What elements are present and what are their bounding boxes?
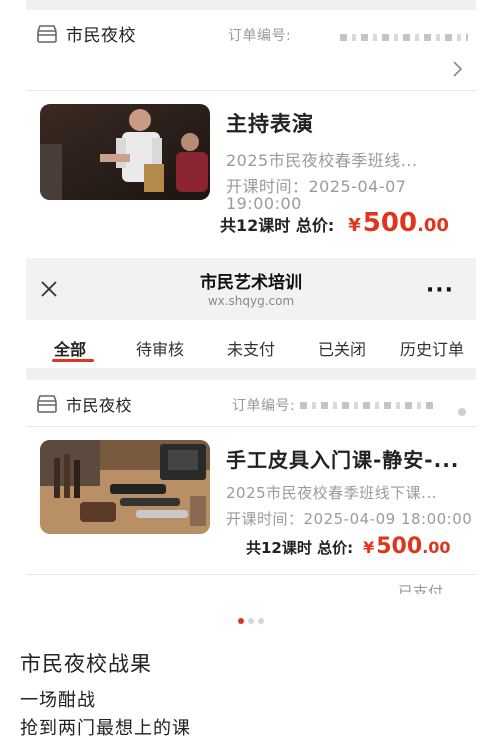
total-label: 共12课时 总价: — [220, 216, 335, 235]
active-tab-indicator — [52, 359, 94, 362]
post-text-line-2: 抢到两门最想上的课 — [20, 718, 191, 739]
course-thumbnail-1[interactable] — [40, 104, 210, 200]
miniprogram-header: 市民艺术培训 wx.shqyg.com ··· — [26, 258, 476, 320]
shop-name: 市民夜校 — [66, 26, 136, 46]
carousel-dot[interactable] — [248, 618, 254, 624]
tab-closed[interactable]: 已关闭 — [318, 336, 366, 360]
start-time: 开课时间：2025-04-09 18:00:00 — [226, 510, 473, 528]
course-title: 主持表演 — [226, 112, 314, 136]
price-decimal: .00 — [417, 215, 449, 236]
course-title: 手工皮具入门课-静安-... — [226, 448, 460, 472]
post-title: 市民夜校战果 — [20, 652, 152, 676]
order-tabs: 全部 待审核 未支付 已关闭 历史订单 — [26, 320, 476, 368]
shop-name: 市民夜校 — [66, 396, 133, 415]
shop-header-2: 市民夜校 — [36, 392, 132, 416]
carousel-dot[interactable] — [238, 618, 244, 624]
tab-unpaid[interactable]: 未支付 — [227, 336, 275, 360]
course-thumbnail-2[interactable] — [40, 440, 210, 534]
shop-icon — [36, 24, 58, 44]
partial-status: 已支付 — [398, 584, 444, 595]
price-row: 共12课时 总价: ¥ 500 .00 — [246, 534, 451, 559]
shop-header-1: 市民夜校 — [36, 21, 136, 46]
order-number-label: 订单编号: — [232, 398, 296, 414]
currency-symbol: ¥ — [348, 215, 361, 236]
post-text-line-1: 一场酣战 — [20, 690, 96, 711]
top-band — [26, 0, 476, 10]
section-gap — [26, 368, 476, 380]
currency-symbol: ¥ — [363, 538, 375, 557]
tab-pending-review[interactable]: 待审核 — [136, 336, 184, 360]
miniprogram-url: wx.shqyg.com — [207, 294, 295, 308]
price-integer: 500 — [362, 208, 418, 238]
course-subtitle: 2025市民夜校春季班线... — [226, 151, 418, 170]
divider — [26, 426, 476, 427]
course-subtitle: 2025市民夜校春季班线下课... — [226, 484, 437, 502]
order-number-redacted — [300, 402, 436, 409]
order-number-label: 订单编号: — [228, 28, 292, 44]
carousel-indicator — [238, 618, 264, 624]
price-integer: 500 — [376, 534, 423, 559]
total-label: 共12课时 总价: — [246, 539, 354, 557]
price-decimal: .00 — [422, 538, 451, 557]
miniprogram-title: 市民艺术培训 — [200, 273, 302, 293]
price-row: 共12课时 总价: ¥ 500 .00 — [220, 208, 449, 238]
order-number-redacted — [340, 34, 468, 41]
more-menu-icon[interactable]: ··· — [426, 278, 454, 303]
chevron-right-icon[interactable] — [452, 60, 464, 78]
tab-history[interactable]: 历史订单 — [400, 336, 464, 360]
shop-icon — [36, 394, 58, 414]
carousel-dot[interactable] — [258, 618, 264, 624]
screenshot-collage: 市民夜校 订单编号: 主持表演 2025市民夜校春季班线... 开课时间：202… — [0, 0, 503, 744]
tab-all[interactable]: 全部 — [54, 336, 86, 360]
chevron-right-icon[interactable] — [458, 408, 466, 416]
divider — [26, 574, 476, 575]
divider — [26, 90, 476, 91]
